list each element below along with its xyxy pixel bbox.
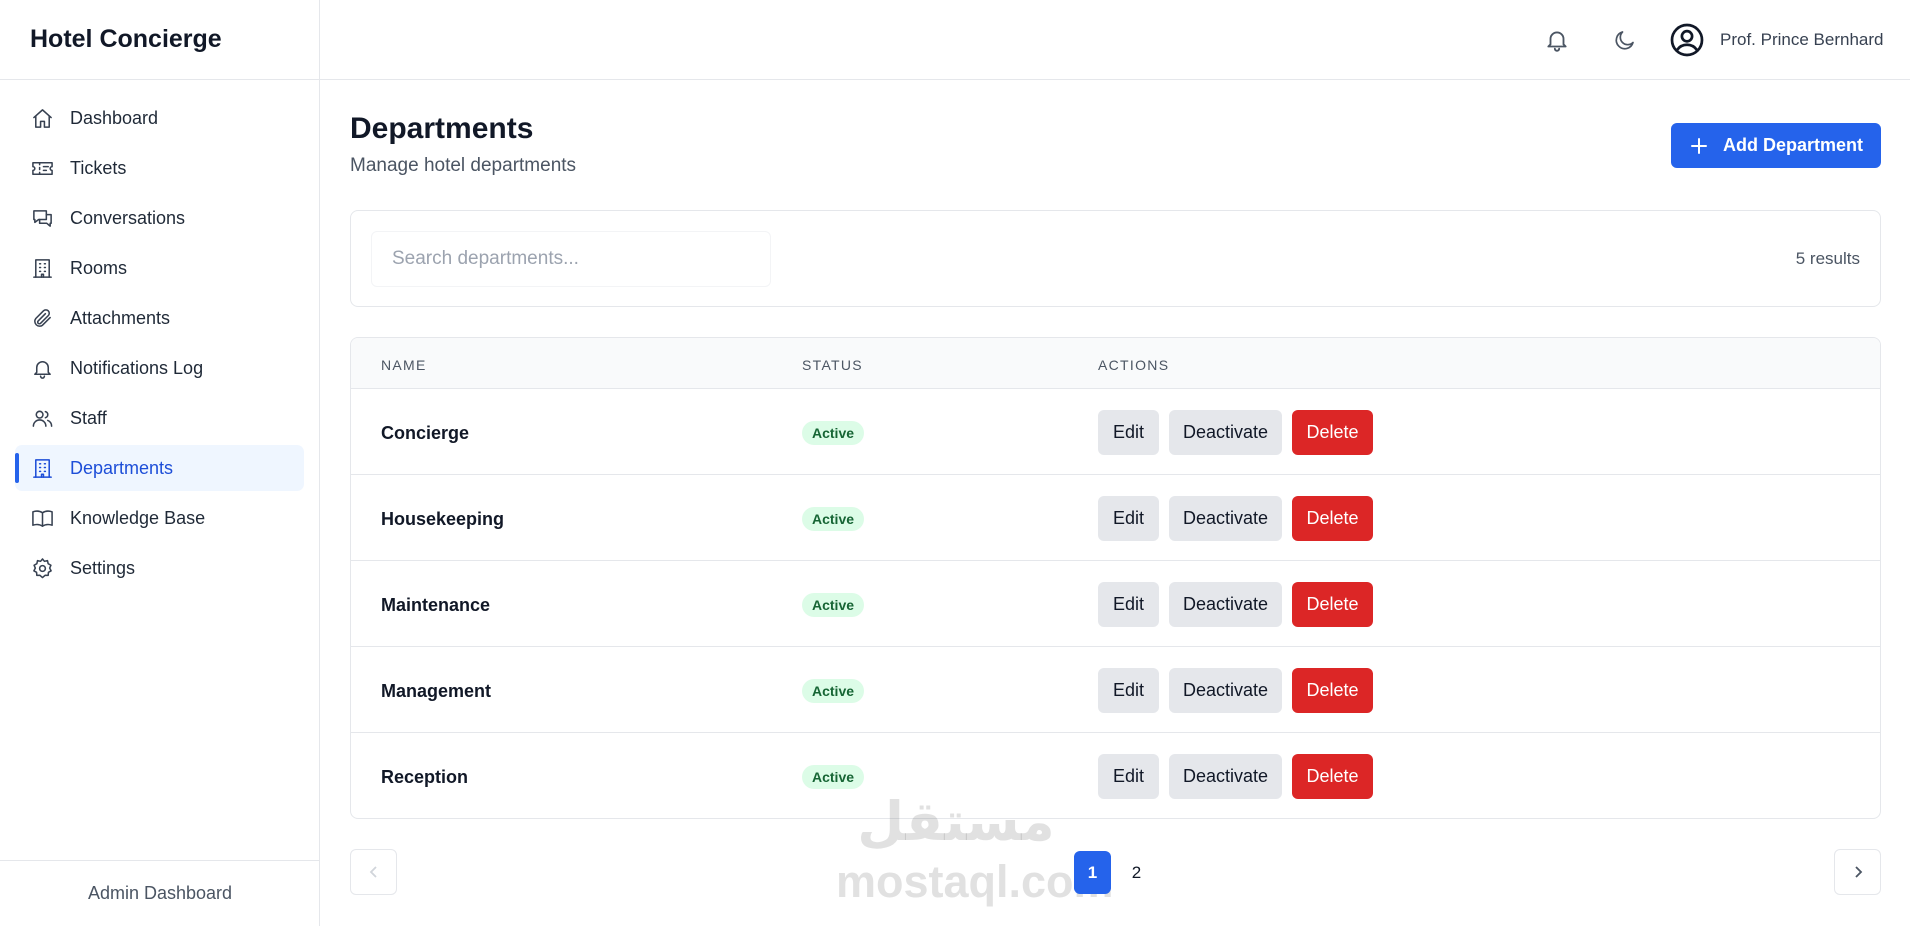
edit-button[interactable]: Edit	[1098, 754, 1159, 799]
status-badge: Active	[802, 679, 865, 703]
user-name: Prof. Prince Bernhard	[1720, 30, 1884, 49]
sidebar-item-staff[interactable]: Staff	[15, 395, 304, 441]
deactivate-button[interactable]: Deactivate	[1169, 496, 1282, 541]
page-button-2[interactable]: 2	[1118, 851, 1155, 894]
department-name: Concierge	[381, 423, 470, 443]
previous-page-button[interactable]	[350, 849, 397, 895]
sidebar-item-attachments[interactable]: Attachments	[15, 295, 304, 341]
sidebar-item-notifications-log[interactable]: Notifications Log	[15, 345, 304, 391]
department-name: Management	[381, 681, 492, 701]
moon-icon	[1615, 31, 1634, 50]
department-name: Reception	[381, 767, 469, 787]
top-bar: Prof. Prince Bernhard	[320, 0, 1910, 80]
sidebar-item-label: Attachments	[70, 307, 171, 328]
gear-icon	[30, 556, 54, 580]
bell-icon	[30, 356, 54, 380]
edit-button[interactable]: Edit	[1098, 668, 1159, 713]
deactivate-button[interactable]: Deactivate	[1169, 410, 1282, 455]
delete-button[interactable]: Delete	[1292, 410, 1373, 455]
user-circle-icon	[1668, 21, 1706, 59]
chat-bubbles-icon	[30, 206, 54, 230]
search-input[interactable]	[371, 231, 771, 287]
user-menu[interactable]: Prof. Prince Bernhard	[1668, 20, 1883, 60]
app-title: Hotel Concierge	[0, 0, 319, 80]
delete-button[interactable]: Delete	[1292, 582, 1373, 627]
chevron-left-icon	[369, 866, 377, 878]
sidebar-item-label: Notifications Log	[70, 357, 204, 378]
sidebar-item-label: Conversations	[70, 207, 186, 228]
home-icon	[30, 106, 54, 130]
sidebar-item-conversations[interactable]: Conversations	[15, 195, 304, 241]
status-badge: Active	[802, 593, 865, 617]
sidebar-nav: Dashboard Tickets Conversations Rooms At…	[0, 80, 319, 591]
department-name: Maintenance	[381, 595, 491, 615]
edit-button[interactable]: Edit	[1098, 496, 1159, 541]
notifications-button[interactable]	[1541, 24, 1573, 56]
status-badge: Active	[802, 507, 865, 531]
theme-toggle-button[interactable]	[1609, 24, 1641, 56]
building-icon	[30, 256, 54, 280]
edit-button[interactable]: Edit	[1098, 410, 1159, 455]
column-header-actions: ACTIONS	[1098, 357, 1170, 373]
sidebar-item-label: Tickets	[70, 157, 127, 178]
chevron-right-icon	[1854, 866, 1862, 878]
deactivate-button[interactable]: Deactivate	[1169, 668, 1282, 713]
page-subtitle: Manage hotel departments	[350, 155, 577, 176]
table-header: NAME STATUS ACTIONS	[351, 338, 1880, 389]
department-name: Housekeeping	[381, 509, 505, 529]
delete-button[interactable]: Delete	[1292, 496, 1373, 541]
paperclip-icon	[30, 306, 54, 330]
sidebar: Hotel Concierge Dashboard Tickets Conver…	[0, 0, 320, 926]
sidebar-item-label: Knowledge Base	[70, 507, 206, 528]
column-header-name: NAME	[381, 357, 427, 373]
sidebar-item-tickets[interactable]: Tickets	[15, 145, 304, 191]
table-row: Management Active Edit Deactivate Delete	[351, 647, 1880, 733]
table-row: Maintenance Active Edit Deactivate Delet…	[351, 561, 1880, 647]
sidebar-item-label: Departments	[70, 457, 174, 478]
watermark-text: mostaql.com	[836, 856, 1114, 907]
next-page-button[interactable]	[1834, 849, 1881, 895]
users-icon	[30, 406, 54, 430]
sidebar-item-label: Staff	[70, 407, 107, 428]
bell-icon	[1547, 31, 1567, 52]
table-row: Concierge Active Edit Deactivate Delete	[351, 389, 1880, 475]
table-row: Housekeeping Active Edit Deactivate Dele…	[351, 475, 1880, 561]
sidebar-item-label: Dashboard	[70, 107, 159, 128]
sidebar-item-rooms[interactable]: Rooms	[15, 245, 304, 291]
sidebar-item-label: Rooms	[70, 257, 128, 278]
search-card: 5 results	[350, 210, 1881, 307]
deactivate-button[interactable]: Deactivate	[1169, 582, 1282, 627]
plus-icon	[1689, 136, 1709, 156]
delete-button[interactable]: Delete	[1292, 754, 1373, 799]
sidebar-footer: Admin Dashboard	[0, 860, 320, 926]
delete-button[interactable]: Delete	[1292, 668, 1373, 713]
status-badge: Active	[802, 421, 865, 445]
add-department-label: Add Department	[1722, 135, 1863, 155]
sidebar-item-knowledge-base[interactable]: Knowledge Base	[15, 495, 304, 541]
sidebar-item-dashboard[interactable]: Dashboard	[15, 95, 304, 141]
sidebar-item-departments[interactable]: Departments	[15, 445, 304, 491]
edit-button[interactable]: Edit	[1098, 582, 1159, 627]
page-button-1[interactable]: 1	[1074, 851, 1111, 894]
book-icon	[30, 506, 54, 530]
status-badge: Active	[802, 765, 865, 789]
departments-table: NAME STATUS ACTIONS Concierge Active Edi…	[350, 337, 1881, 819]
column-header-status: STATUS	[802, 357, 863, 373]
building-icon	[30, 456, 54, 480]
page-title: Departments	[350, 112, 534, 145]
sidebar-item-settings[interactable]: Settings	[15, 545, 304, 591]
add-department-button[interactable]: Add Department	[1671, 123, 1881, 168]
deactivate-button[interactable]: Deactivate	[1169, 754, 1282, 799]
results-count: 5 results	[1795, 249, 1860, 268]
table-row: Reception Active Edit Deactivate Delete	[351, 733, 1880, 818]
sidebar-item-label: Settings	[70, 557, 136, 578]
ticket-icon	[30, 156, 54, 180]
